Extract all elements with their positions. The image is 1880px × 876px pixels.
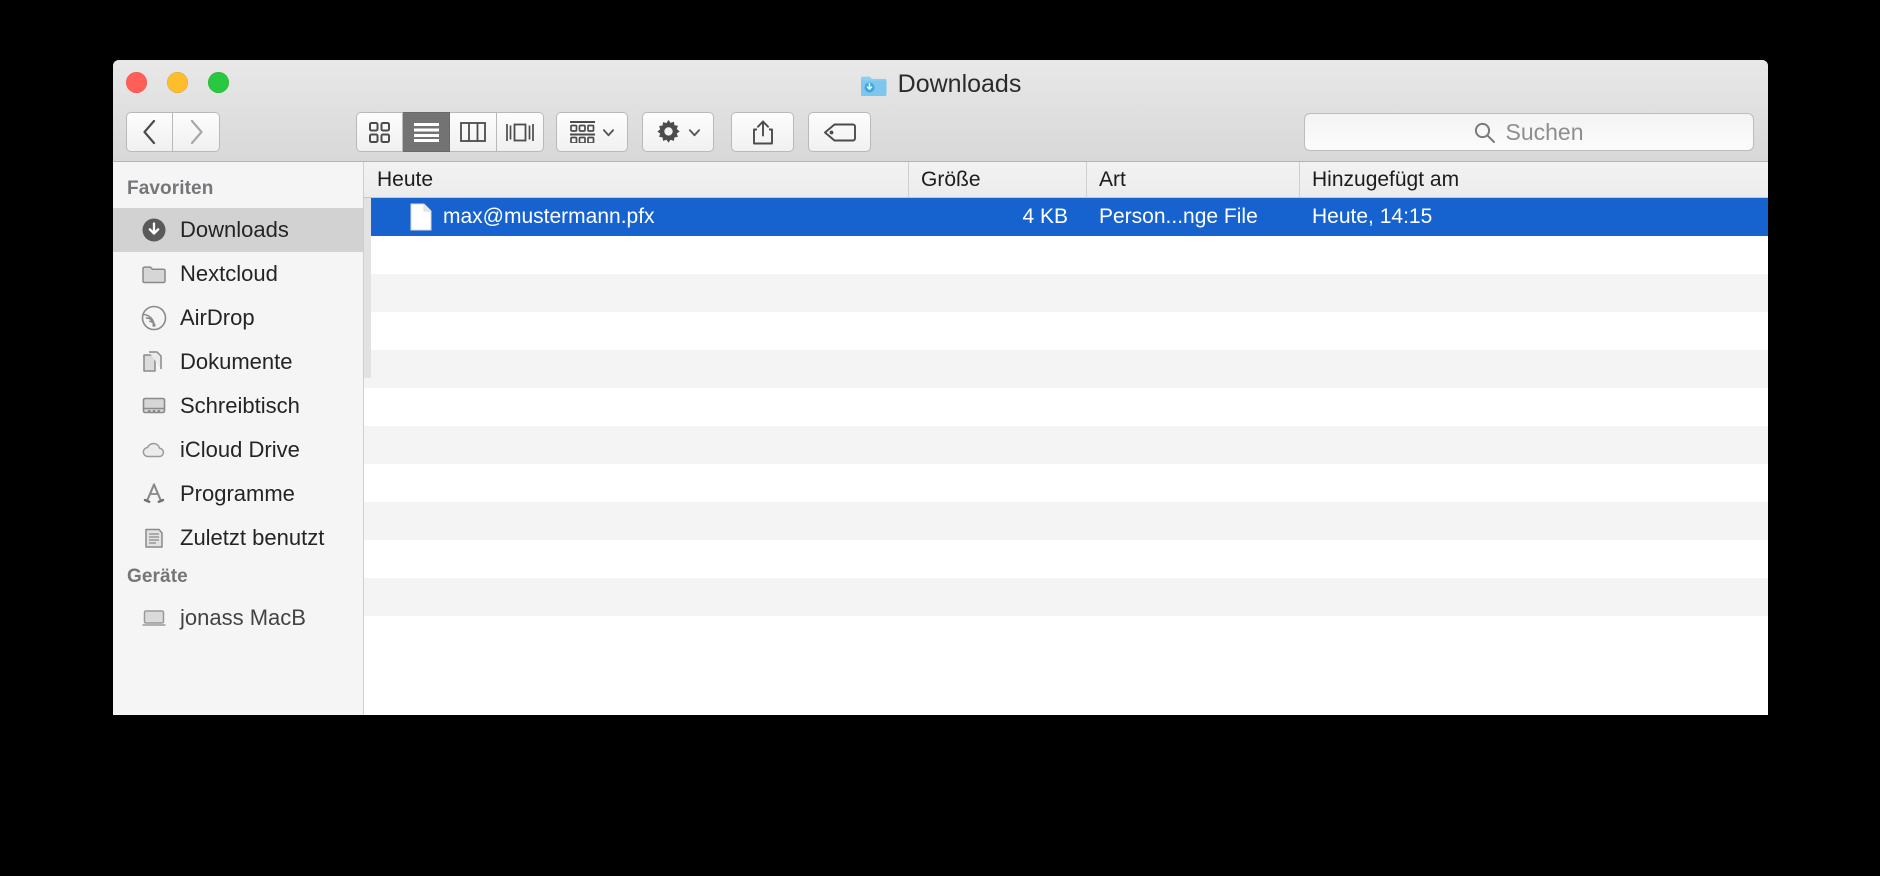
window-title-text: Downloads bbox=[897, 70, 1022, 98]
empty-row[interactable] bbox=[364, 464, 1768, 502]
share-button[interactable] bbox=[731, 112, 794, 152]
file-list: Heute Größe Art Hinzugefügt am max@muste… bbox=[364, 162, 1768, 715]
applications-icon bbox=[143, 483, 165, 503]
empty-row[interactable] bbox=[364, 236, 1768, 274]
recents-icon bbox=[145, 528, 163, 548]
sidebar-item-nextcloud[interactable]: Nextcloud bbox=[113, 252, 363, 296]
document-icon bbox=[410, 203, 432, 231]
file-date-cell: Heute, 14:15 bbox=[1312, 205, 1433, 228]
column-header-name[interactable]: Heute bbox=[364, 168, 908, 192]
sidebar-item-zuletzt-benutzt[interactable]: Zuletzt benutzt bbox=[113, 516, 363, 560]
sidebar-item-label: AirDrop bbox=[180, 305, 255, 330]
desktop-icon bbox=[142, 397, 166, 414]
action-menu-button[interactable] bbox=[642, 112, 714, 152]
file-kind-cell: Person...nge File bbox=[1099, 205, 1258, 228]
search-field[interactable]: Suchen bbox=[1304, 113, 1754, 151]
coverflow-view-button[interactable] bbox=[497, 112, 544, 152]
maximize-window-button[interactable] bbox=[208, 72, 229, 93]
chevron-down-icon bbox=[602, 128, 614, 136]
sidebar-item-schreibtisch[interactable]: Schreibtisch bbox=[113, 384, 363, 428]
empty-row[interactable] bbox=[364, 350, 1768, 388]
sidebar-item-macbook[interactable]: jonass MacB bbox=[113, 596, 363, 640]
sidebar-item-label: jonass MacB bbox=[180, 605, 306, 630]
file-name-cell: max@mustermann.pfx bbox=[364, 203, 908, 231]
sidebar-item-downloads[interactable]: Downloads bbox=[113, 208, 363, 252]
minimize-window-button[interactable] bbox=[167, 72, 188, 93]
folder-icon bbox=[142, 266, 166, 284]
sidebar-item-label: Schreibtisch bbox=[180, 393, 300, 418]
tag-icon bbox=[823, 123, 856, 141]
sidebar-item-label: Downloads bbox=[180, 217, 289, 242]
search-placeholder: Suchen bbox=[1505, 118, 1584, 145]
downloads-folder-icon bbox=[860, 74, 887, 96]
empty-row[interactable] bbox=[364, 388, 1768, 426]
sidebar-item-label: Programme bbox=[180, 481, 295, 506]
column-header-size[interactable]: Größe bbox=[908, 162, 1086, 198]
file-name-text: max@mustermann.pfx bbox=[443, 205, 655, 228]
gear-icon bbox=[656, 119, 680, 143]
share-icon bbox=[752, 120, 773, 144]
window-title: Downloads bbox=[113, 70, 1768, 99]
empty-row[interactable] bbox=[364, 426, 1768, 464]
back-button[interactable] bbox=[126, 112, 173, 152]
toolbar: Suchen bbox=[113, 102, 1768, 162]
sidebar-item-icloud-drive[interactable]: iCloud Drive bbox=[113, 428, 363, 472]
sidebar-item-airdrop[interactable]: AirDrop bbox=[113, 296, 363, 340]
sidebar-item-label: Zuletzt benutzt bbox=[180, 525, 325, 550]
sidebar-section-geraete: Geräte bbox=[127, 566, 188, 587]
empty-row[interactable] bbox=[364, 312, 1768, 350]
chevron-right-icon bbox=[190, 119, 203, 145]
traffic-light-group bbox=[126, 72, 229, 93]
airdrop-icon bbox=[141, 305, 167, 331]
column-header-date[interactable]: Hinzugefügt am bbox=[1299, 162, 1768, 198]
window-body: Favoriten Downloads Nextcloud AirDrop Do… bbox=[113, 162, 1768, 715]
list-view-button[interactable] bbox=[403, 112, 450, 152]
empty-row[interactable] bbox=[364, 540, 1768, 578]
file-size-cell: 4 KB bbox=[1022, 205, 1068, 228]
coverflow-view-icon bbox=[506, 123, 534, 141]
table-row[interactable]: max@mustermann.pfx 4 KB Person...nge Fil… bbox=[364, 198, 1768, 236]
list-view-icon bbox=[413, 122, 439, 142]
column-headers: Heute Größe Art Hinzugefügt am bbox=[364, 162, 1768, 198]
close-window-button[interactable] bbox=[126, 72, 147, 93]
sidebar-item-label: Nextcloud bbox=[180, 261, 278, 286]
chevron-left-icon bbox=[143, 119, 156, 145]
search-icon bbox=[1475, 122, 1496, 143]
documents-icon bbox=[143, 351, 162, 372]
arrange-button[interactable] bbox=[556, 112, 628, 152]
navigation-buttons bbox=[126, 112, 220, 152]
sidebar-section-favoriten: Favoriten bbox=[127, 178, 214, 199]
finder-window: Downloads Suchen Favoriten Downloads Nex… bbox=[113, 60, 1768, 715]
grid-view-icon bbox=[369, 121, 390, 143]
sidebar-item-label: Dokumente bbox=[180, 349, 293, 374]
empty-row[interactable] bbox=[364, 274, 1768, 312]
icon-view-button[interactable] bbox=[356, 112, 403, 152]
computer-icon bbox=[142, 610, 166, 626]
sidebar-item-programme[interactable]: Programme bbox=[113, 472, 363, 516]
sidebar: Favoriten Downloads Nextcloud AirDrop Do… bbox=[113, 162, 364, 715]
vertical-scrollbar[interactable] bbox=[364, 198, 371, 378]
forward-button[interactable] bbox=[173, 112, 220, 152]
view-mode-group bbox=[356, 112, 544, 152]
cloud-icon bbox=[142, 442, 165, 458]
arrange-by-icon bbox=[569, 121, 595, 143]
empty-row[interactable] bbox=[364, 502, 1768, 540]
chevron-down-icon bbox=[688, 128, 700, 136]
sidebar-item-label: iCloud Drive bbox=[180, 437, 300, 462]
sidebar-item-dokumente[interactable]: Dokumente bbox=[113, 340, 363, 384]
tag-button[interactable] bbox=[808, 112, 871, 152]
column-view-icon bbox=[460, 122, 486, 142]
empty-row[interactable] bbox=[364, 578, 1768, 616]
downloads-circle-icon bbox=[142, 218, 166, 242]
column-header-kind[interactable]: Art bbox=[1086, 162, 1299, 198]
title-bar[interactable]: Downloads Suchen bbox=[113, 60, 1768, 162]
column-view-button[interactable] bbox=[450, 112, 497, 152]
